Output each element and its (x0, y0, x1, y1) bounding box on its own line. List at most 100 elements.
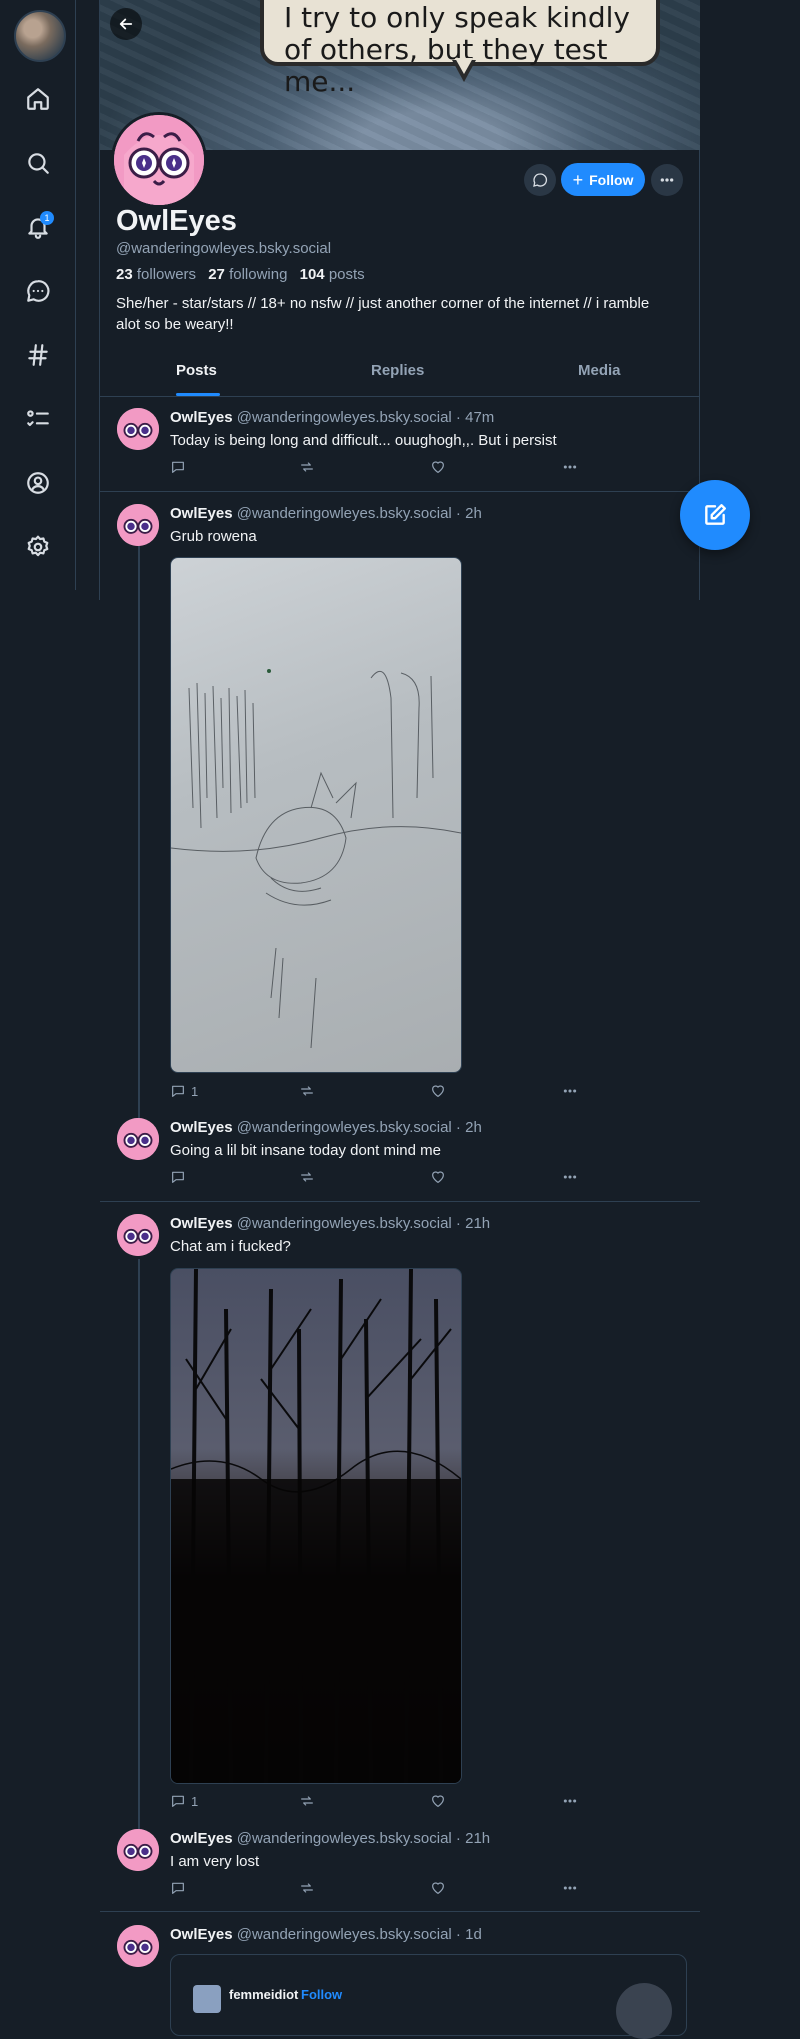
post-author[interactable]: OwlEyes (170, 1119, 233, 1136)
nav-chat[interactable] (18, 271, 58, 311)
like-button[interactable] (430, 1083, 446, 1099)
repost-button[interactable] (299, 1169, 315, 1185)
repost-button[interactable] (299, 1880, 315, 1896)
reply-icon (172, 1795, 184, 1807)
nav-settings[interactable] (18, 527, 58, 567)
chat-bubble-icon (533, 173, 548, 187)
nav-search[interactable] (18, 143, 58, 183)
tab-replies[interactable]: Replies (371, 362, 424, 379)
following-count: 27 (208, 266, 225, 283)
post-avatar[interactable] (117, 408, 159, 450)
post-author[interactable]: OwlEyes (170, 505, 233, 522)
post-divider (100, 1911, 700, 1912)
ellipsis-icon (563, 1175, 577, 1179)
quoted-post-card[interactable]: femmeidiot Follow (170, 1954, 687, 2039)
gear-icon (27, 535, 49, 557)
like-button[interactable] (430, 1169, 446, 1185)
current-user-avatar[interactable] (14, 10, 66, 62)
profile-handle: @wanderingowleyes.bsky.social (116, 240, 332, 257)
owl-avatar-image (117, 1118, 159, 1160)
profile-more-button[interactable] (651, 164, 683, 196)
post-author[interactable]: OwlEyes (170, 409, 233, 426)
post-text: Chat am i fucked? (170, 1238, 291, 1255)
owl-avatar-image (114, 115, 204, 205)
post-actions (170, 459, 590, 477)
post-avatar[interactable] (117, 504, 159, 546)
reply-button[interactable] (170, 1880, 191, 1896)
posts-label: posts (328, 266, 365, 283)
post-image-sketch[interactable] (170, 557, 462, 1073)
post-more-button[interactable] (562, 459, 578, 475)
like-button[interactable] (430, 1793, 446, 1809)
post-meta: @wanderingowleyes.bsky.social · 2h (236, 1119, 482, 1136)
profile-avatar[interactable] (111, 112, 207, 208)
like-button[interactable] (430, 459, 446, 475)
tab-posts[interactable]: Posts (176, 362, 217, 379)
post-image-trees[interactable] (170, 1268, 462, 1784)
list-icon (27, 410, 49, 427)
ellipsis-icon (563, 465, 577, 469)
profile-display-name: OwlEyes (116, 205, 237, 237)
nav-lists[interactable] (18, 399, 58, 439)
nav-home[interactable] (18, 79, 58, 119)
quoted-post-avatar (193, 1985, 221, 2013)
back-button[interactable] (110, 8, 142, 40)
reply-button[interactable] (170, 1169, 191, 1185)
speech-tail-inner (455, 58, 473, 74)
repost-icon (301, 1172, 313, 1182)
reply-button[interactable]: 1 (170, 1083, 198, 1099)
home-icon (27, 88, 49, 110)
followers-link[interactable]: 23 followers (116, 266, 196, 283)
post-meta: @wanderingowleyes.bsky.social · 1d (236, 1926, 482, 1943)
posts-stat: 104 posts (300, 266, 365, 283)
compose-button[interactable] (680, 480, 750, 550)
profile-tabs: Posts Replies Media (100, 358, 700, 397)
post-text: Today is being long and difficult... ouu… (170, 432, 557, 449)
repost-icon (301, 1883, 313, 1893)
repost-button[interactable] (299, 1793, 315, 1809)
ellipsis-icon (563, 1799, 577, 1803)
follow-button[interactable]: + Follow (561, 163, 645, 196)
heart-icon (432, 461, 444, 473)
tab-media[interactable]: Media (578, 362, 621, 379)
tree-silhouette (171, 1269, 461, 1783)
post-more-button[interactable] (562, 1793, 578, 1809)
repost-icon (301, 462, 313, 472)
post-more-button[interactable] (562, 1083, 578, 1099)
chat-bubble-icon (27, 280, 50, 302)
post-avatar[interactable] (117, 1829, 159, 1871)
nav-notifications[interactable]: 1 (18, 207, 58, 247)
compose-icon (705, 504, 726, 525)
heart-icon (432, 1171, 444, 1183)
like-button[interactable] (430, 1880, 446, 1896)
owl-avatar-image (117, 1829, 159, 1871)
post-author[interactable]: OwlEyes (170, 1830, 233, 1847)
repost-button[interactable] (299, 459, 315, 475)
following-link[interactable]: 27 following (208, 266, 287, 283)
post-more-button[interactable] (562, 1169, 578, 1185)
reply-icon (172, 1085, 184, 1097)
nav-feeds[interactable] (18, 335, 58, 375)
hashtag-icon (28, 344, 48, 366)
notification-badge: 1 (40, 211, 54, 225)
post-header: OwlEyes @wanderingowleyes.bsky.social · … (170, 409, 494, 426)
heart-icon (432, 1882, 444, 1894)
nav-profile[interactable] (18, 463, 58, 503)
post-text: Grub rowena (170, 528, 257, 545)
post-author[interactable]: OwlEyes (170, 1926, 233, 1943)
quoted-post-action-button[interactable] (616, 1983, 672, 2039)
post-meta: @wanderingowleyes.bsky.social · 2h (236, 505, 482, 522)
posts-count: 104 (299, 266, 325, 283)
owl-avatar-image (117, 1214, 159, 1256)
post-author[interactable]: OwlEyes (170, 1215, 233, 1232)
post-avatar[interactable] (117, 1214, 159, 1256)
repost-button[interactable] (299, 1083, 315, 1099)
post-divider (100, 491, 700, 492)
post-avatar[interactable] (117, 1925, 159, 1967)
reply-button[interactable] (170, 459, 191, 475)
followers-label: followers (136, 266, 197, 283)
post-more-button[interactable] (562, 1880, 578, 1896)
reply-button[interactable]: 1 (170, 1793, 198, 1809)
post-avatar[interactable] (117, 1118, 159, 1160)
message-button[interactable] (524, 164, 556, 196)
